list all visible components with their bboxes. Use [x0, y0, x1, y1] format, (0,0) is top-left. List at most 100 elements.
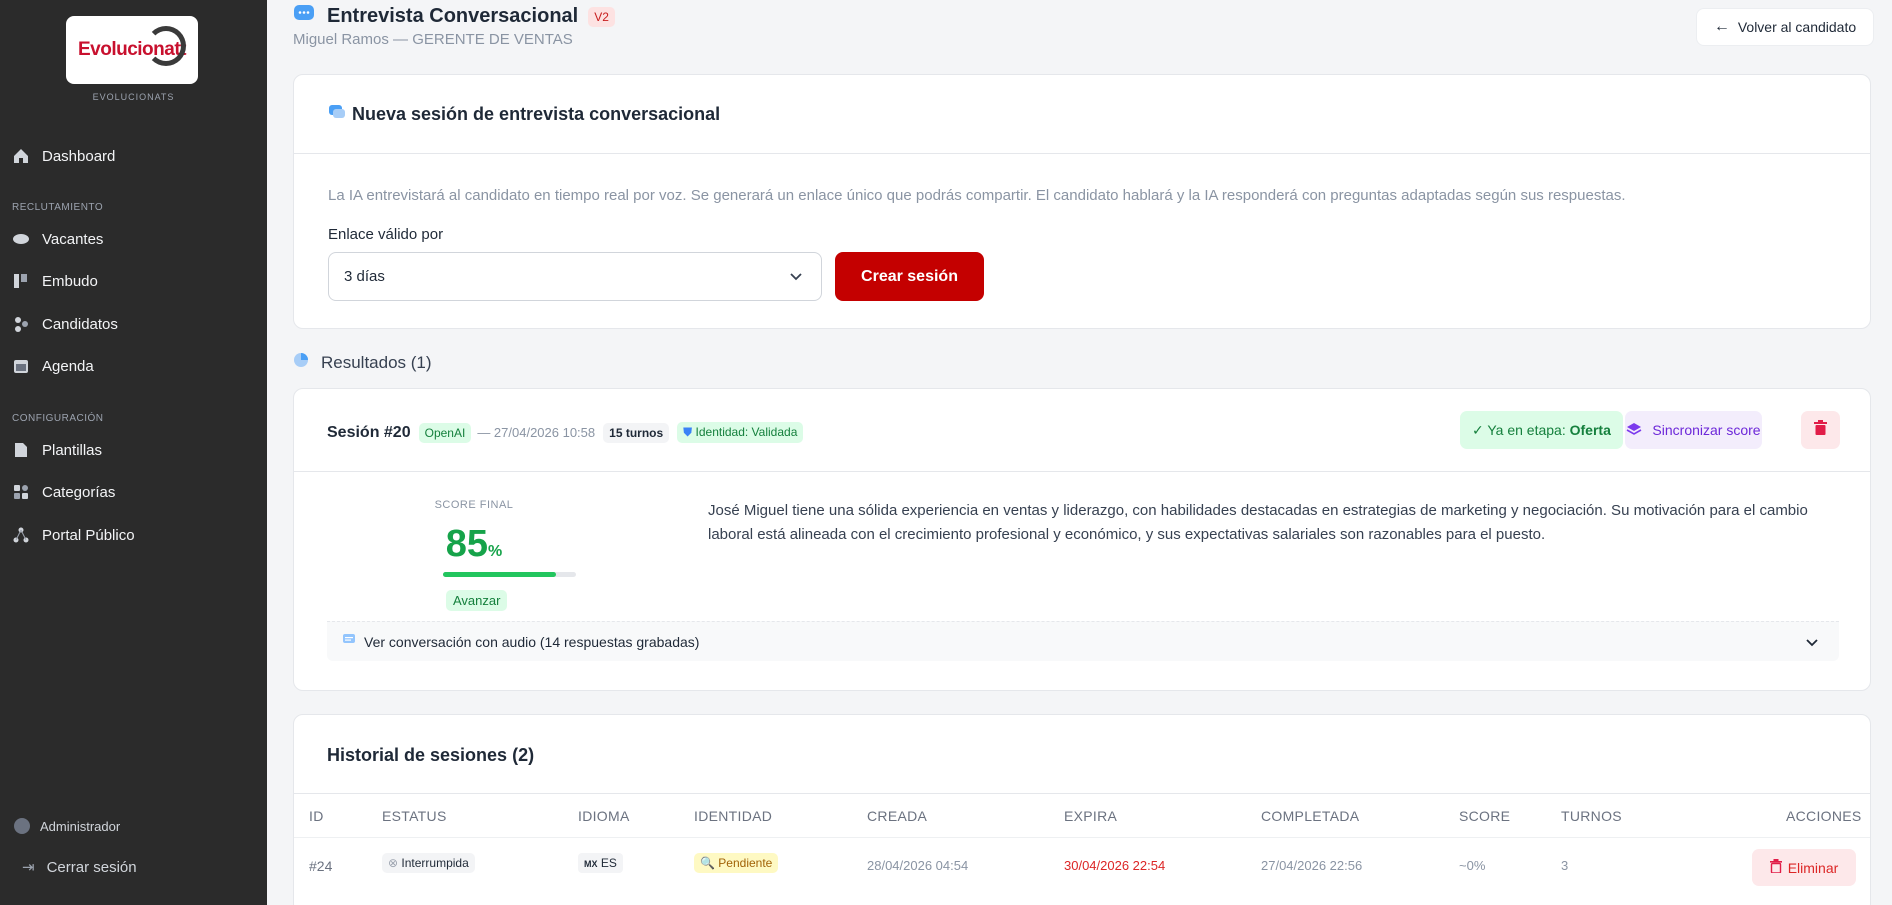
- brand-caption: EVOLUCIONATS: [92, 92, 175, 102]
- grid-icon: [12, 483, 30, 501]
- column-header-created: CREADA: [867, 808, 928, 824]
- valid-for-select[interactable]: 3 días: [328, 252, 822, 301]
- logout-label: Cerrar sesión: [46, 858, 137, 876]
- users-icon: [12, 315, 30, 333]
- sidebar-item-candidatos[interactable]: Candidatos: [12, 312, 118, 336]
- logout-button[interactable]: ⇥ Cerrar sesión: [22, 858, 137, 877]
- delete-row-label: Eliminar: [1787, 859, 1839, 876]
- sidebar-item-label: Embudo: [42, 272, 98, 290]
- divider: [294, 471, 1870, 472]
- history-title: Historial de sesiones (2): [327, 745, 535, 765]
- nav-section-config: CONFIGURACIÓN: [12, 413, 104, 424]
- column-header-language: IDIOMA: [578, 808, 630, 824]
- column-header-actions: ACCIONES: [1786, 808, 1862, 824]
- trash-icon: [1814, 420, 1827, 440]
- page-header: Entrevista Conversacional V2: [293, 3, 615, 30]
- language-badge: MX ES: [578, 853, 623, 873]
- trash-icon: [1769, 859, 1782, 876]
- identity-status-badge: 🔍 Pendiente: [694, 853, 779, 873]
- stage-status-badge: ✓ Ya en etapa: Oferta: [1460, 411, 1623, 449]
- result-session-card: Sesión #20 OpenAI — 27/04/2026 10:58 15 …: [293, 388, 1871, 691]
- session-history-card: Historial de sesiones (2) ID ESTATUS IDI…: [293, 714, 1871, 905]
- sidebar-item-categorias[interactable]: Categorías: [12, 480, 115, 504]
- turns-badge: 15 turnos: [603, 422, 670, 443]
- user-name: Administrador: [40, 818, 121, 834]
- sidebar-item-vacantes[interactable]: Vacantes: [12, 227, 103, 251]
- sync-score-label: Sincronizar score: [1652, 422, 1761, 438]
- chevron-down-icon: [1805, 635, 1819, 651]
- row-status: ⊗ Interrumpida: [382, 853, 475, 873]
- provider-badge: OpenAI: [418, 422, 472, 443]
- column-header-expires: EXPIRA: [1064, 808, 1118, 824]
- message-icon: [342, 633, 356, 650]
- divider: [294, 837, 1870, 838]
- delete-row-button[interactable]: Eliminar: [1752, 849, 1856, 886]
- sidebar-item-embudo[interactable]: Embudo: [12, 269, 98, 293]
- sidebar-item-label: Portal Público: [42, 526, 135, 544]
- user-avatar-icon: [14, 818, 30, 834]
- briefcase-icon: [12, 230, 30, 248]
- row-language: MX ES: [578, 853, 623, 873]
- nav-section-recruiting: RECLUTAMIENTO: [12, 202, 104, 213]
- row-created: 28/04/2026 04:54: [867, 858, 969, 873]
- row-score: ~0%: [1459, 858, 1486, 873]
- row-identity: 🔍 Pendiente: [694, 853, 779, 873]
- row-id: #24: [309, 858, 333, 874]
- row-completed: 27/04/2026 22:56: [1261, 858, 1363, 873]
- score-number: 85: [445, 523, 489, 565]
- column-header-turns: TURNOS: [1561, 808, 1622, 824]
- kanban-icon: [12, 272, 30, 290]
- brand-logo[interactable]: Evolucionatt: [66, 16, 198, 84]
- chat-icon: [293, 3, 317, 30]
- sidebar: Evolucionatt EVOLUCIONATS Dashboard RECL…: [0, 0, 267, 905]
- conversation-toggle[interactable]: Ver conversación con audio (14 respuesta…: [327, 621, 1839, 661]
- valid-for-value: 3 días: [344, 268, 385, 285]
- page-title: Entrevista Conversacional: [327, 5, 579, 27]
- status-label: Interrumpida: [401, 856, 469, 870]
- back-to-candidate-button[interactable]: ← Volver al candidato: [1696, 8, 1874, 46]
- sidebar-item-label: Dashboard: [42, 147, 116, 165]
- new-session-description: La IA entrevistará al candidato en tiemp…: [328, 187, 1626, 204]
- delete-session-button[interactable]: [1801, 411, 1840, 449]
- create-session-button[interactable]: Crear sesión: [835, 252, 984, 301]
- sidebar-item-plantillas[interactable]: Plantillas: [12, 438, 102, 462]
- divider: [294, 793, 1870, 794]
- sidebar-item-label: Categorías: [42, 483, 116, 501]
- ai-summary: José Miguel tiene una sólida experiencia…: [708, 502, 1808, 543]
- new-session-header: Nueva sesión de entrevista conversaciona…: [294, 75, 1870, 154]
- sidebar-item-dashboard[interactable]: Dashboard: [12, 144, 115, 168]
- stage-value: Oferta: [1569, 422, 1611, 438]
- stage-prefix: ✓ Ya en etapa:: [1472, 421, 1566, 438]
- sync-score-button[interactable]: Sincronizar score: [1625, 411, 1762, 449]
- user-menu[interactable]: Administrador: [14, 818, 120, 834]
- pie-chart-icon: [293, 352, 309, 373]
- shield-icon: ⛊: [683, 425, 693, 439]
- column-header-score: SCORE: [1459, 808, 1511, 824]
- results-title: Resultados (1): [321, 352, 432, 372]
- language-label: ES: [600, 856, 617, 870]
- home-icon: [12, 147, 30, 165]
- sidebar-item-portal-publico[interactable]: Portal Público: [12, 523, 135, 547]
- column-header-status: ESTATUS: [382, 808, 447, 824]
- score-value: 85%: [394, 523, 554, 566]
- sidebar-item-agenda[interactable]: Agenda: [12, 354, 94, 378]
- new-session-card: Nueva sesión de entrevista conversaciona…: [293, 74, 1871, 329]
- score-progress-fill: [443, 572, 557, 577]
- calendar-icon: [12, 357, 30, 375]
- column-header-completed: COMPLETADA: [1261, 808, 1360, 824]
- session-meta: Sesión #20 OpenAI — 27/04/2026 10:58 15 …: [327, 422, 804, 443]
- share-icon: [12, 526, 30, 544]
- row-expires: 30/04/2026 22:54: [1064, 858, 1166, 873]
- status-badge: ⊗ Interrumpida: [382, 853, 475, 873]
- chevron-down-icon: [789, 269, 803, 286]
- gear-icon: [146, 26, 186, 66]
- version-badge: V2: [588, 6, 615, 27]
- score-unit: %: [488, 543, 503, 560]
- identity-badge-label: Identidad: Validada: [695, 425, 798, 439]
- score-progress-bar: [443, 572, 576, 577]
- logout-icon: ⇥: [22, 859, 35, 876]
- file-icon: [12, 441, 30, 459]
- verdict-badge: Avanzar: [446, 590, 508, 611]
- conversation-label: Ver conversación con audio (14 respuesta…: [364, 633, 700, 650]
- magnifier-icon: 🔍: [700, 856, 715, 870]
